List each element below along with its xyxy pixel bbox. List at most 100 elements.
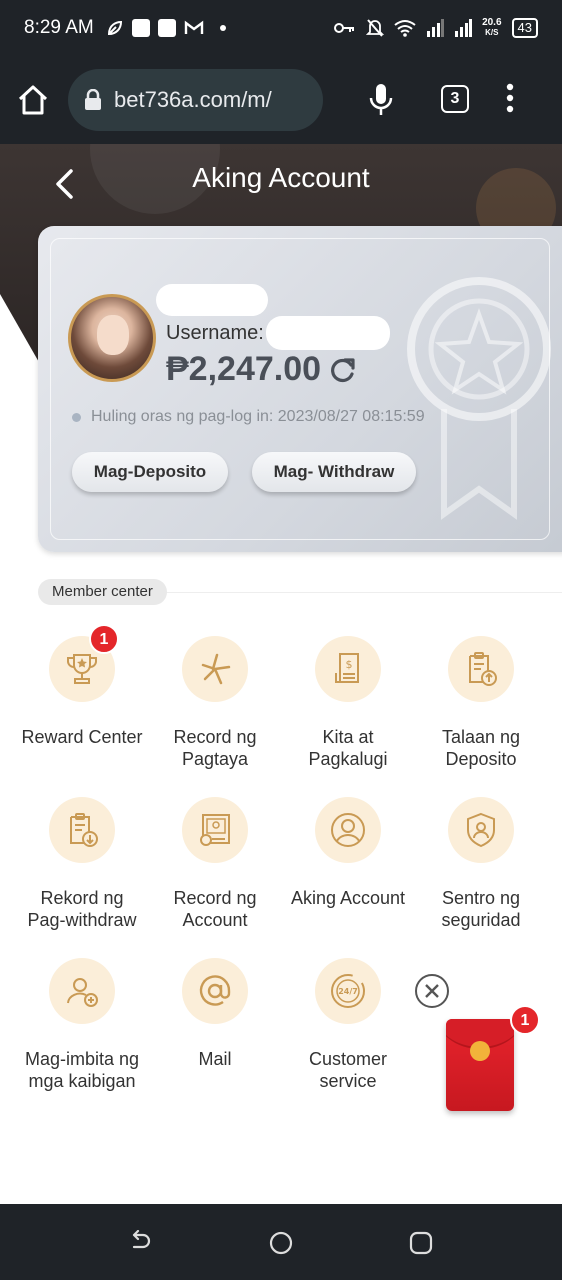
section-divider — [160, 592, 562, 593]
clipboard-upload-icon — [469, 652, 497, 686]
member-center-label: Member center — [38, 579, 167, 605]
deposit-button[interactable]: Mag-Deposito — [72, 452, 228, 492]
app-notification-icon — [131, 19, 150, 37]
browser-toolbar: bet736a.com/m/ 3 — [0, 56, 562, 144]
header-decoration — [0, 294, 40, 364]
avatar-face — [97, 315, 129, 355]
support-24-7-icon: 24/7 — [331, 974, 365, 1008]
account-record-item[interactable]: Record ng Account — [148, 797, 282, 931]
status-time: 8:29 AM — [24, 17, 94, 38]
security-center-label: Sentro ng seguridad — [441, 888, 521, 930]
speed-unit: K/S — [485, 28, 499, 37]
last-login-dot — [72, 412, 81, 422]
customer-service-icon-bg: 24/7 — [315, 958, 381, 1024]
home-nav-icon[interactable] — [268, 1230, 294, 1256]
bet-record-item[interactable]: Record ng Pagtaya — [148, 636, 282, 770]
security-center-item[interactable]: Sentro ng seguridad — [414, 797, 548, 931]
reward-center-icon-bg: 1 — [49, 624, 119, 702]
account-card: Username: ₱2,247.00 Huling oras ng pag-l… — [38, 226, 562, 552]
account-record-icon-bg — [182, 797, 248, 863]
deposit-record-item[interactable]: Talaan ng Deposito — [414, 636, 548, 770]
reward-center-label: Reward Center — [21, 727, 143, 747]
url-text: bet736a.com/m/ — [114, 87, 272, 112]
withdraw-button[interactable]: Mag- Withdraw — [252, 452, 416, 492]
bet-record-icon-bg — [182, 636, 248, 702]
leaf-icon — [107, 20, 122, 36]
signal-icon — [427, 19, 445, 37]
mail-item[interactable]: Mail — [148, 958, 282, 1070]
status-right: 20.6 K/S 43 — [334, 18, 538, 38]
envelope-seal-icon — [470, 1041, 490, 1061]
withdraw-record-icon-bg — [49, 797, 115, 863]
balance-display: ₱2,247.00 — [166, 350, 357, 389]
my-account-label: Aking Account — [290, 888, 406, 908]
balance-amount: ₱2,247.00 — [166, 350, 322, 388]
deposit-record-icon-bg — [448, 636, 514, 702]
network-speed: 20.6 K/S — [482, 18, 501, 38]
at-icon — [199, 975, 231, 1006]
recents-nav-icon[interactable] — [409, 1231, 433, 1255]
app-notification-icon — [157, 19, 176, 37]
customer-service-label: Customer service — [308, 1049, 388, 1091]
back-nav-icon[interactable] — [128, 1230, 152, 1254]
status-bar: 8:29 AM 20.6 K/S 43 — [0, 0, 562, 56]
deposit-record-label: Talaan ng Deposito — [441, 727, 521, 769]
withdraw-record-label: Rekord ng Pag-withdraw — [27, 888, 137, 930]
lock-icon — [85, 89, 101, 110]
close-float-button[interactable] — [415, 974, 449, 1008]
trophy-icon — [67, 654, 97, 684]
red-envelope-promo[interactable] — [446, 1019, 514, 1111]
red-envelope-badge: 1 — [510, 1005, 540, 1035]
invite-user-icon — [67, 978, 98, 1007]
gmail-icon — [184, 20, 203, 34]
profit-loss-icon-bg: $ — [315, 636, 381, 702]
tab-switcher-button[interactable]: 3 — [441, 85, 469, 113]
last-login-text: Huling oras ng pag-log in: 2023/08/27 08… — [91, 408, 425, 425]
signal-icon — [455, 19, 473, 37]
wifi-icon — [394, 20, 416, 37]
account-record-label: Record ng Account — [173, 888, 257, 930]
withdraw-record-item[interactable]: Rekord ng Pag-withdraw — [15, 797, 149, 931]
clipboard-download-icon — [70, 813, 98, 847]
invite-friends-label: Mag-imbita ng mga kaibigan — [24, 1049, 140, 1091]
user-icon — [331, 813, 365, 847]
address-bar[interactable]: bet736a.com/m/ — [68, 69, 323, 131]
account-record-icon — [200, 814, 230, 846]
shield-user-icon — [467, 812, 495, 848]
bell-off-icon — [366, 19, 385, 37]
more-options-icon[interactable] — [505, 82, 515, 114]
speed-value: 20.6 — [482, 17, 502, 28]
key-icon — [334, 23, 355, 33]
my-account-icon-bg — [315, 797, 381, 863]
mail-icon-bg — [182, 958, 248, 1024]
badge-watermark-icon — [407, 277, 551, 520]
redacted-username — [266, 316, 390, 350]
my-account-item[interactable]: Aking Account — [281, 797, 415, 909]
svg-text:$: $ — [346, 658, 353, 671]
home-icon[interactable] — [16, 84, 50, 116]
more-notifications-dot — [219, 25, 226, 31]
microphone-icon[interactable] — [368, 82, 394, 118]
profit-loss-item[interactable]: $ Kita at Pagkalugi — [281, 636, 415, 770]
security-center-icon-bg — [448, 797, 514, 863]
mail-label: Mail — [198, 1049, 232, 1069]
page-title: Aking Account — [192, 162, 370, 193]
redacted-nickname — [156, 284, 268, 316]
battery-indicator: 43 — [511, 18, 538, 38]
invite-friends-item[interactable]: Mag-imbita ng mga kaibigan — [15, 958, 149, 1092]
bet-record-label: Record ng Pagtaya — [173, 727, 257, 769]
sparkle-icon — [201, 653, 231, 685]
customer-service-item[interactable]: 24/7 Customer service — [281, 958, 415, 1092]
receipt-icon: $ — [335, 653, 359, 683]
last-login: Huling oras ng pag-log in: 2023/08/27 08… — [72, 408, 425, 426]
close-icon — [425, 984, 439, 998]
reward-badge: 1 — [89, 624, 119, 654]
refresh-icon[interactable] — [329, 356, 357, 384]
profit-loss-label: Kita at Pagkalugi — [308, 727, 388, 769]
invite-friends-icon-bg — [49, 958, 115, 1024]
username-label: Username: — [166, 322, 264, 344]
svg-text:24/7: 24/7 — [338, 987, 358, 996]
avatar[interactable] — [68, 294, 156, 382]
notification-icons — [106, 19, 226, 37]
reward-center-item[interactable]: 1 Reward Center — [15, 624, 149, 748]
